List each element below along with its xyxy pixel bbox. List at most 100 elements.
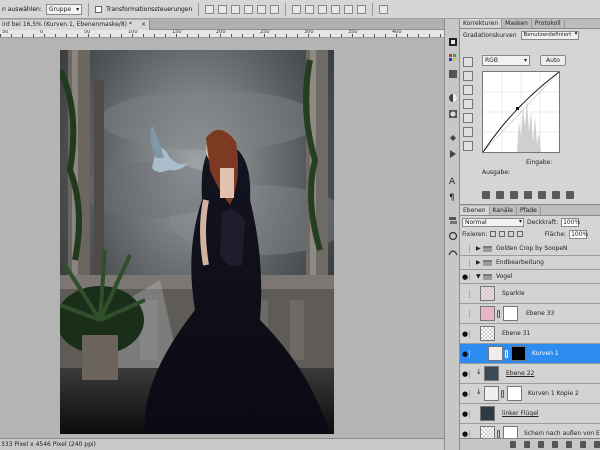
layer-name: Sparkle — [502, 290, 525, 297]
delete-layer-icon[interactable] — [594, 441, 600, 448]
layer-sparkle[interactable]: Sparkle — [460, 284, 600, 304]
tab-masken[interactable]: Masken — [502, 19, 532, 28]
tab-korrekturen[interactable]: Korrekturen — [460, 19, 503, 28]
new-layer-icon[interactable] — [580, 441, 586, 448]
canvas-area[interactable] — [0, 38, 444, 438]
tab-protokoll[interactable]: Protokoll — [532, 19, 565, 28]
color-swatch-icon[interactable] — [448, 37, 458, 47]
styles-icon[interactable] — [448, 69, 458, 79]
channel-dropdown[interactable]: RGB — [482, 55, 530, 66]
hand-tool-icon[interactable] — [463, 57, 473, 67]
toggle-visibility-icon[interactable] — [524, 191, 532, 199]
expand-arrow-icon[interactable]: ▶ — [476, 259, 481, 267]
auto-button[interactable]: Auto — [540, 55, 566, 66]
align-left-icon[interactable] — [244, 4, 254, 14]
view-previous-icon[interactable] — [538, 191, 546, 199]
layer-ebene-22[interactable]: ● ↓ Ebene 22 — [460, 364, 600, 384]
layer-kurven-1[interactable]: ● Kurven 1 — [460, 344, 600, 364]
eye-icon[interactable]: ● — [462, 410, 470, 418]
align-hcenter-icon[interactable] — [257, 4, 267, 14]
eye-icon[interactable]: ● — [462, 370, 470, 378]
layer-name: linker Flügel — [502, 410, 539, 417]
layer-linker-fluegel[interactable]: ● linker Flügel — [460, 404, 600, 424]
channel-row: RGB Auto — [482, 55, 566, 66]
layer-group-golden-crop[interactable]: ▶ Golden Crop by SoopeN — [460, 242, 600, 256]
auto-select-label: n auswählen: — [2, 5, 42, 13]
lock-transparency-icon[interactable] — [490, 231, 497, 237]
preset-dropdown[interactable]: Benutzerdefiniert — [520, 30, 580, 40]
history-icon[interactable] — [448, 133, 458, 143]
visibility-toggle[interactable] — [462, 310, 470, 318]
tab-ebenen[interactable]: Ebenen — [460, 206, 490, 215]
auto-select-dropdown[interactable]: Gruppe — [45, 3, 83, 15]
layer-group-vogel[interactable]: ● ▼ Vogel — [460, 270, 600, 284]
actions-icon[interactable] — [448, 149, 458, 159]
layer-schein-nach-aussen[interactable]: ● Schein nach außen von E... — [460, 424, 600, 438]
tab-pfade[interactable]: Pfade — [517, 206, 541, 215]
eye-icon[interactable]: ● — [462, 273, 470, 281]
layer-ebene-31[interactable]: ● Ebene 31 — [460, 324, 600, 344]
swatches-icon[interactable] — [448, 53, 458, 63]
link-icon — [497, 310, 500, 318]
return-to-list-icon[interactable] — [482, 191, 490, 199]
lock-image-icon[interactable] — [499, 231, 506, 237]
distribute-right-icon[interactable] — [357, 4, 367, 14]
distribute-left-icon[interactable] — [331, 4, 341, 14]
close-icon[interactable]: × — [141, 20, 146, 30]
clip-to-layer-icon[interactable] — [510, 191, 518, 199]
expand-view-icon[interactable] — [496, 191, 504, 199]
eyedropper-white-icon[interactable] — [463, 99, 473, 109]
new-adjustment-icon[interactable] — [552, 441, 558, 448]
paths-icon[interactable] — [448, 247, 458, 257]
paragraph-icon[interactable]: ¶ — [448, 191, 458, 201]
masks-icon[interactable] — [448, 109, 458, 119]
lock-all-icon[interactable] — [517, 231, 524, 237]
transform-controls-checkbox[interactable] — [95, 5, 103, 13]
visibility-toggle[interactable] — [462, 259, 470, 267]
collapse-arrow-icon[interactable]: ▼ — [476, 273, 481, 281]
layer-kurven-1-kopie-2[interactable]: ● ↓ Kurven 1 Kopie 2 — [460, 384, 600, 404]
channels-icon[interactable] — [448, 231, 458, 241]
document-canvas-image[interactable] — [60, 50, 334, 434]
document-tab[interactable]: ird bei 16,5% (Kurven 1, Ebenenmaske/8) … — [0, 20, 150, 30]
smooth-icon[interactable] — [463, 141, 473, 151]
eye-icon[interactable]: ● — [462, 390, 470, 398]
layer-ebene-33[interactable]: Ebene 33 — [460, 304, 600, 324]
character-icon[interactable]: A — [448, 175, 458, 185]
align-right-icon[interactable] — [270, 4, 280, 14]
lock-position-icon[interactable] — [508, 231, 515, 237]
distribute-top-icon[interactable] — [292, 4, 302, 14]
adjustments-icon[interactable] — [448, 93, 458, 103]
curve-point-tool-icon[interactable] — [463, 113, 473, 123]
visibility-toggle[interactable] — [462, 290, 470, 298]
distribute-bottom-icon[interactable] — [318, 4, 328, 14]
fill-field[interactable]: 100% — [569, 229, 588, 239]
opacity-field[interactable]: 100% — [561, 217, 580, 227]
visibility-toggle[interactable] — [462, 245, 470, 253]
eyedropper-gray-icon[interactable] — [463, 85, 473, 95]
distribute-hcenter-icon[interactable] — [344, 4, 354, 14]
layer-group-endbearbeitung[interactable]: ▶ Endbearbeitung — [460, 256, 600, 270]
layer-style-icon[interactable] — [524, 441, 530, 448]
add-mask-icon[interactable] — [538, 441, 544, 448]
align-bottom-icon[interactable] — [231, 4, 241, 14]
eyedropper-black-icon[interactable] — [463, 71, 473, 81]
reset-icon[interactable] — [552, 191, 560, 199]
curves-graph[interactable] — [482, 71, 560, 153]
layers-icon[interactable] — [448, 215, 458, 225]
eye-icon[interactable]: ● — [462, 350, 470, 358]
eye-icon[interactable]: ● — [462, 330, 470, 338]
delete-adjustment-icon[interactable] — [566, 191, 574, 199]
expand-arrow-icon[interactable]: ▶ — [476, 245, 481, 253]
link-layers-icon[interactable] — [510, 441, 516, 448]
eye-icon[interactable]: ● — [462, 430, 470, 438]
distribute-vcenter-icon[interactable] — [305, 4, 315, 14]
layer-name: Kurven 1 Kopie 2 — [528, 390, 579, 397]
align-top-icon[interactable] — [205, 4, 215, 14]
blend-mode-dropdown[interactable]: Normal — [462, 217, 524, 227]
align-vcenter-icon[interactable] — [218, 4, 228, 14]
auto-align-icon[interactable] — [379, 4, 389, 14]
pencil-tool-icon[interactable] — [463, 127, 473, 137]
tab-kanaele[interactable]: Kanäle — [490, 206, 517, 215]
new-group-icon[interactable] — [566, 441, 572, 448]
